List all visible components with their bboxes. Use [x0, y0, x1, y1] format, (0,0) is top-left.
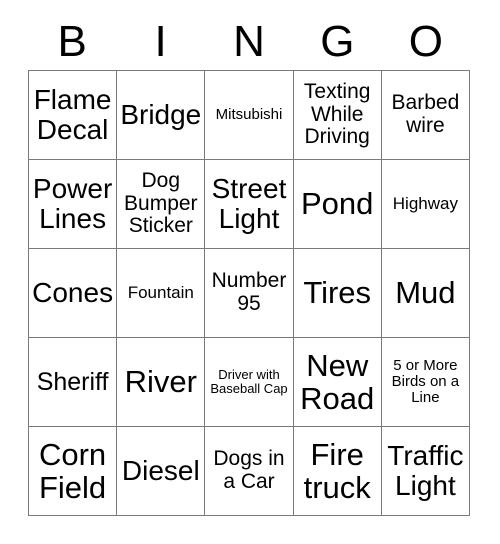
bingo-cell-label: Street Light	[211, 172, 287, 234]
bingo-cell-label: Cones	[32, 276, 114, 308]
bingo-cell-r4c4[interactable]: New Road	[293, 338, 382, 427]
bingo-cell-r4c3[interactable]: Driver with Baseball Cap	[205, 338, 294, 427]
bingo-cell-r4c5[interactable]: 5 or More Birds on a Line	[381, 338, 470, 427]
bingo-cell-label: Pond	[300, 186, 374, 222]
header-letter-i: I	[154, 17, 167, 66]
bingo-cell-r5c1[interactable]: Corn Field	[29, 427, 118, 516]
bingo-cell-r5c3[interactable]: Dogs in a Car	[205, 427, 294, 516]
bingo-cell-label: Dogs in a Car	[213, 447, 285, 493]
bingo-cell-label: Texting While Driving	[303, 79, 371, 149]
bingo-cell-label: River	[124, 364, 197, 400]
bingo-cell-r2c4[interactable]: Pond	[293, 160, 382, 249]
bingo-cell-r3c2[interactable]: Fountain	[117, 249, 206, 338]
bingo-cell-label: Bridge	[120, 98, 202, 130]
bingo-cell-r1c3[interactable]: Mitsubishi	[205, 71, 294, 160]
bingo-cell-r2c3[interactable]: Street Light	[205, 160, 294, 249]
bingo-cell-r1c1[interactable]: Flame Decal	[29, 71, 118, 160]
bingo-cell-r3c1[interactable]: Cones	[29, 249, 118, 338]
bingo-cell-r3c3[interactable]: Number 95	[205, 249, 294, 338]
bingo-cell-r1c5[interactable]: Barbed wire	[381, 71, 470, 160]
bingo-cell-r4c2[interactable]: River	[117, 338, 206, 427]
bingo-cell-r5c4[interactable]: Fire truck	[293, 427, 382, 516]
header-letter-b: B	[57, 17, 87, 66]
bingo-cell-label: 5 or More Birds on a Line	[391, 356, 460, 407]
bingo-cell-label: Fire truck	[303, 436, 371, 505]
bingo-cell-label: Number 95	[211, 269, 287, 315]
bingo-cell-r4c1[interactable]: Sheriff	[29, 338, 118, 427]
bingo-cell-label: Fountain	[127, 282, 194, 302]
bingo-cell-label: Barbed wire	[391, 91, 460, 137]
bingo-cell-label: Highway	[392, 193, 458, 213]
bingo-cell-label: Corn Field	[38, 436, 107, 505]
bingo-cell-r2c2[interactable]: Dog Bumper Sticker	[117, 160, 206, 249]
bingo-cell-label: Dog Bumper Sticker	[124, 168, 198, 238]
bingo-cell-label: New Road	[300, 347, 375, 416]
bingo-cell-label: Diesel	[121, 454, 200, 486]
bingo-cell-r3c4[interactable]: Tires	[293, 249, 382, 338]
bingo-grid: Flame Decal Bridge Mitsubishi Texting Wh…	[28, 70, 470, 516]
header-letter-g: G	[320, 17, 355, 66]
bingo-card: B I N G O Flame Decal Bridge Mitsubishi …	[0, 0, 500, 544]
header-letter-o: O	[408, 17, 443, 66]
bingo-cell-r2c1[interactable]: Power Lines	[29, 160, 118, 249]
bingo-cell-r2c5[interactable]: Highway	[381, 160, 470, 249]
bingo-cell-label: Sheriff	[36, 367, 109, 396]
bingo-header: B I N G O	[28, 14, 470, 70]
bingo-cell-label: Mud	[395, 275, 456, 311]
bingo-cell-r5c5[interactable]: Traffic Light	[381, 427, 470, 516]
bingo-cell-r1c4[interactable]: Texting While Driving	[293, 71, 382, 160]
bingo-cell-label: Tires	[303, 275, 372, 311]
bingo-cell-r5c2[interactable]: Diesel	[117, 427, 206, 516]
bingo-cell-r1c2[interactable]: Bridge	[117, 71, 206, 160]
bingo-cell-label: Power Lines	[32, 172, 113, 234]
bingo-cell-label: Driver with Baseball Cap	[210, 366, 288, 396]
bingo-cell-label: Traffic Light	[387, 439, 464, 501]
bingo-cell-label: Flame Decal	[33, 83, 112, 145]
bingo-cell-label: Mitsubishi	[215, 105, 283, 123]
header-letter-n: N	[233, 17, 265, 66]
bingo-cell-r3c5[interactable]: Mud	[381, 249, 470, 338]
